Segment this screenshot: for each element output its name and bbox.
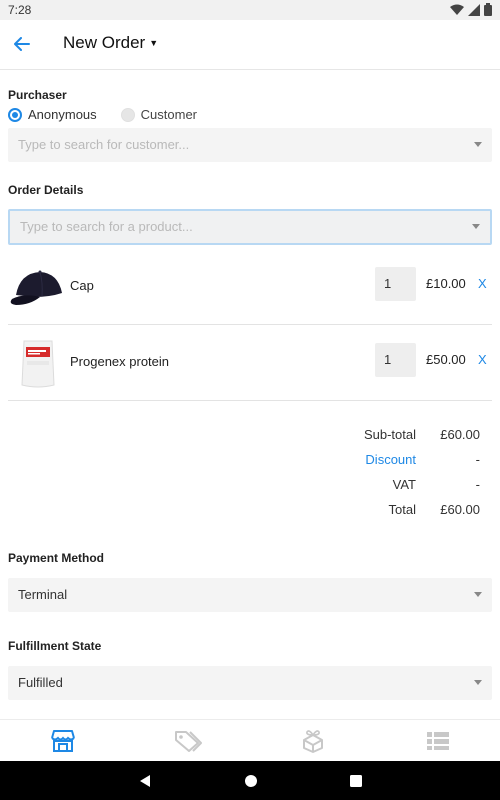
remove-item-button[interactable]: X (478, 352, 487, 367)
signal-icon (468, 3, 480, 16)
radio-unselected-icon (120, 107, 135, 122)
bottom-nav (0, 719, 500, 761)
circle-home-icon (245, 774, 257, 787)
back-button[interactable] (10, 32, 34, 56)
total-value: £60.00 (440, 502, 480, 517)
status-time: 7:28 (8, 3, 32, 17)
dropdown-arrow-icon (474, 680, 482, 685)
payment-method-value: Terminal (18, 587, 68, 602)
radio-customer-label: Customer (140, 107, 198, 122)
purchaser-label: Purchaser (8, 88, 67, 102)
cap-image (10, 270, 62, 305)
store-icon (50, 729, 75, 752)
nav-tab-tags[interactable] (125, 720, 250, 761)
order-type-dropdown[interactable]: New Order ▼ (63, 33, 158, 53)
customer-search-placeholder: Type to search for customer... (18, 137, 190, 152)
dropdown-arrow-icon (474, 592, 482, 597)
total-label: Total (388, 502, 416, 517)
purchaser-radio-group: Anonymous Customer (8, 107, 215, 122)
status-icons (450, 3, 492, 16)
discount-link[interactable]: Discount (365, 452, 416, 467)
system-home-button[interactable] (244, 774, 258, 788)
quantity-input[interactable]: 1 (375, 267, 416, 301)
page-title: New Order (63, 33, 146, 52)
system-recents-button[interactable] (350, 774, 362, 787)
radio-anonymous[interactable]: Anonymous (8, 107, 97, 122)
radio-anonymous-label: Anonymous (28, 107, 97, 122)
product-search-placeholder: Type to search for a product... (20, 219, 193, 234)
order-item-row: Progenex protein 1 £50.00 X (8, 325, 492, 401)
item-price: £10.00 (426, 276, 466, 291)
battery-icon (484, 3, 492, 16)
quantity-value: 1 (384, 276, 392, 291)
fulfillment-state-label: Fulfillment State (8, 639, 102, 653)
square-recents-icon (350, 774, 362, 787)
gift-icon (302, 729, 323, 753)
radio-customer[interactable]: Customer (120, 107, 198, 122)
payment-method-label: Payment Method (8, 551, 105, 565)
arrow-left-icon (14, 37, 30, 51)
triangle-back-icon (140, 774, 150, 787)
app-bar: New Order ▼ (0, 20, 500, 70)
item-name: Progenex protein (70, 354, 170, 369)
item-name: Cap (70, 278, 94, 293)
dropdown-arrow-icon (472, 224, 480, 229)
list-icon (426, 731, 449, 750)
nav-tab-gifts[interactable] (250, 720, 375, 761)
product-search-input[interactable]: Type to search for a product... (8, 209, 492, 245)
item-price: £50.00 (426, 352, 466, 367)
customer-search-input[interactable]: Type to search for customer... (8, 128, 492, 162)
quantity-value: 1 (384, 352, 392, 367)
radio-selected-icon (8, 107, 22, 122)
system-nav-bar (0, 761, 500, 800)
wifi-icon (450, 4, 464, 15)
protein-pouch-image (21, 340, 55, 388)
dropdown-arrow-icon (474, 142, 482, 147)
status-bar: 7:28 (0, 0, 500, 20)
fulfillment-state-select[interactable]: Fulfilled (8, 666, 492, 700)
subtotal-label: Sub-total (363, 427, 416, 442)
subtotal-value: £60.00 (440, 427, 480, 442)
vat-row: VAT - (300, 477, 480, 502)
system-back-button[interactable] (138, 774, 152, 788)
caret-down-icon: ▼ (149, 38, 159, 48)
nav-tab-list[interactable] (375, 720, 500, 761)
subtotal-row: Sub-total £60.00 (300, 427, 480, 452)
tag-icon (174, 730, 202, 752)
vat-label: VAT (392, 477, 416, 492)
quantity-input[interactable]: 1 (375, 343, 416, 377)
remove-item-button[interactable]: X (478, 276, 487, 291)
total-row: Total £60.00 (300, 502, 480, 527)
order-item-row: Cap 1 £10.00 X (8, 249, 492, 325)
vat-value: - (475, 477, 480, 492)
nav-tab-store[interactable] (0, 720, 125, 761)
order-totals: Sub-total £60.00 Discount - VAT - Total … (300, 427, 480, 527)
payment-method-select[interactable]: Terminal (8, 578, 492, 612)
order-details-label: Order Details (8, 183, 84, 197)
discount-value: - (475, 452, 480, 467)
fulfillment-state-value: Fulfilled (18, 675, 63, 690)
discount-row: Discount - (300, 452, 480, 477)
